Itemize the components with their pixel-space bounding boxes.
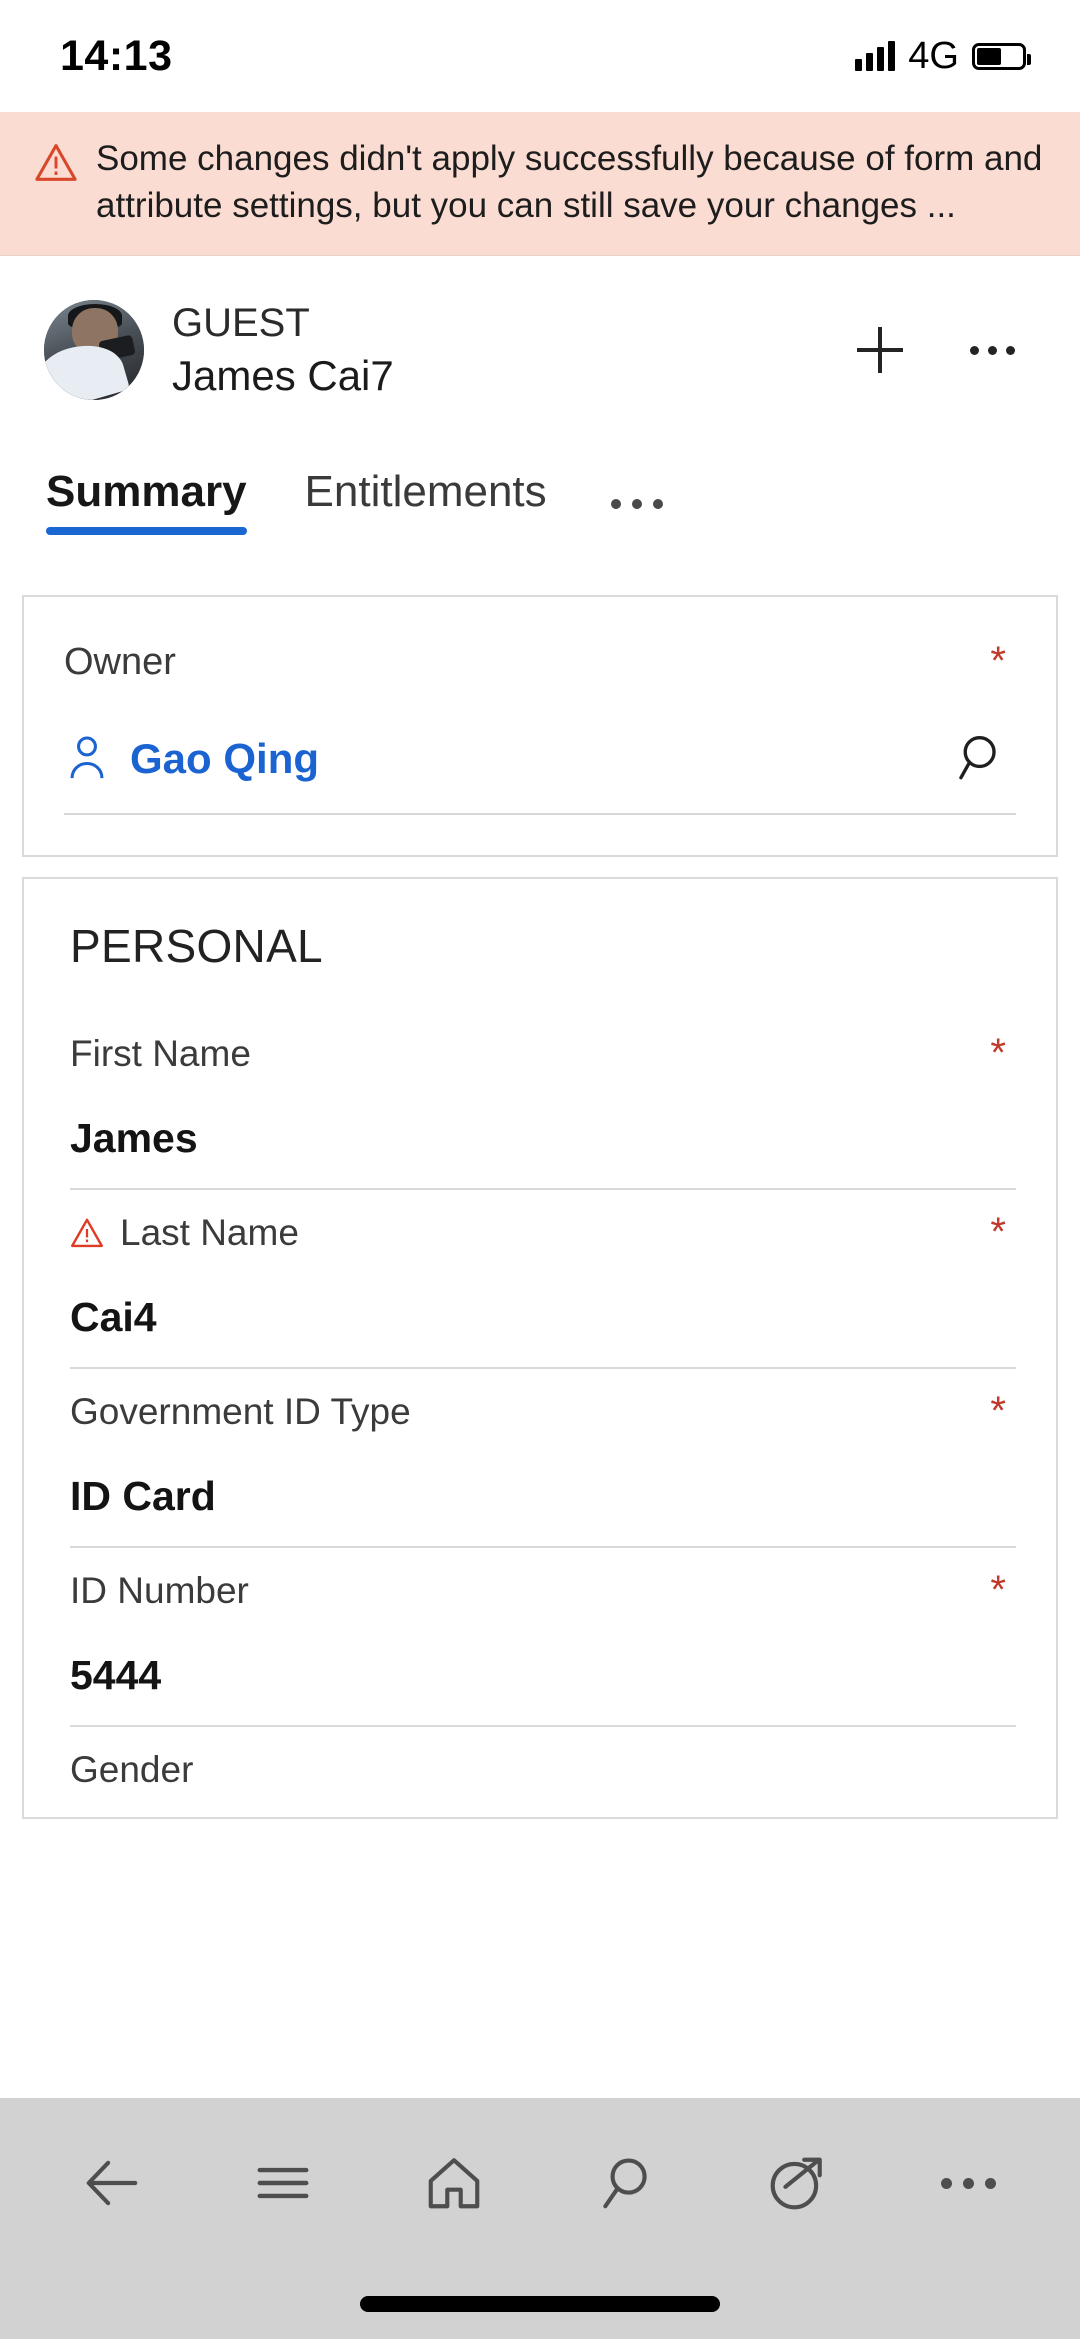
record-header: GUEST James Cai7 (0, 256, 1080, 433)
last-name-label: Last Name (120, 1211, 299, 1253)
personal-section-title: PERSONAL (70, 919, 323, 972)
arrow-left-icon (86, 2160, 137, 2206)
government-id-type-label: Government ID Type (70, 1390, 411, 1432)
last-name-label-group: Last Name (70, 1212, 299, 1254)
tab-entitlements[interactable]: Entitlements (305, 467, 547, 543)
status-indicators: 4G (855, 34, 1031, 78)
bottom-navigation-bar (0, 2098, 1080, 2339)
home-indicator (0, 2268, 1080, 2339)
person-icon (64, 733, 110, 786)
field-row-first-name[interactable]: First Name * James (24, 1011, 1056, 1190)
form-body: Owner * Gao Qing PERSONAL First Name * J… (0, 543, 1080, 2339)
last-name-value[interactable]: Cai4 (70, 1294, 1016, 1341)
warning-triangle-icon (70, 1217, 104, 1248)
id-number-value[interactable]: 5444 (70, 1652, 1016, 1699)
back-button[interactable] (57, 2128, 167, 2238)
signal-bars-icon (855, 41, 896, 71)
field-row-government-id-type[interactable]: Government ID Type * ID Card (24, 1369, 1056, 1548)
first-name-label: First Name (70, 1032, 251, 1074)
owner-lookup-field[interactable]: Gao Qing (64, 730, 1016, 815)
ellipsis-icon (969, 345, 1015, 355)
gender-label: Gender (70, 1748, 194, 1790)
owner-value[interactable]: Gao Qing (130, 735, 319, 783)
home-button[interactable] (399, 2128, 509, 2238)
field-row-gender[interactable]: Gender (24, 1727, 1056, 1817)
record-title-group: GUEST James Cai7 (172, 298, 394, 403)
tab-bar: Summary Entitlements (0, 433, 1080, 543)
error-banner-message: Some changes didn't apply successfully b… (96, 139, 1043, 225)
owner-card: Owner * Gao Qing (22, 594, 1058, 857)
avatar[interactable] (44, 300, 144, 401)
owner-required-marker: * (990, 638, 1006, 683)
search-button[interactable] (571, 2128, 681, 2238)
owner-label: Owner (64, 640, 176, 683)
plus-icon (857, 327, 903, 373)
government-id-type-required-marker: * (990, 1388, 1006, 1433)
error-banner[interactable]: Some changes didn't apply successfully b… (0, 112, 1080, 257)
tab-summary[interactable]: Summary (46, 467, 247, 543)
add-button[interactable] (838, 308, 922, 392)
status-bar: 14:13 4G (0, 0, 1080, 112)
id-number-label: ID Number (70, 1569, 249, 1611)
owner-search-button[interactable] (956, 730, 1016, 789)
header-actions (838, 308, 1034, 392)
id-number-required-marker: * (990, 1567, 1006, 1612)
search-icon (602, 2158, 647, 2209)
ellipsis-icon (940, 2177, 996, 2189)
first-name-value[interactable]: James (70, 1115, 1016, 1162)
status-time: 14:13 (60, 31, 173, 80)
more-options-button[interactable] (950, 308, 1034, 392)
tab-entitlements-label: Entitlements (304, 466, 547, 516)
tab-active-underline (46, 526, 247, 535)
page-title: James Cai7 (172, 352, 394, 400)
record-entity-type: GUEST (172, 301, 310, 346)
bottom-nav-icons (0, 2098, 1080, 2268)
more-button[interactable] (913, 2128, 1023, 2238)
hamburger-menu-icon (257, 2167, 309, 2199)
battery-icon (972, 42, 1031, 70)
assistant-button[interactable] (742, 2128, 852, 2238)
home-icon (428, 2158, 480, 2209)
network-type-label: 4G (908, 34, 959, 77)
menu-button[interactable] (228, 2128, 338, 2238)
owner-label-row: Owner * (64, 641, 1016, 684)
tab-overflow-button[interactable] (610, 498, 663, 543)
personal-card: PERSONAL First Name * James Last Name * … (22, 876, 1058, 1819)
first-name-required-marker: * (990, 1030, 1006, 1075)
circle-arrow-icon (770, 2157, 822, 2210)
tab-summary-label: Summary (46, 466, 247, 516)
government-id-type-value[interactable]: ID Card (70, 1473, 1016, 1520)
field-row-last-name[interactable]: Last Name * Cai4 (24, 1190, 1056, 1369)
search-icon (959, 735, 996, 779)
warning-triangle-icon (34, 142, 78, 187)
field-row-id-number[interactable]: ID Number * 5444 (24, 1548, 1056, 1727)
last-name-required-marker: * (990, 1209, 1006, 1254)
app-screen: 14:13 4G Some changes didn't apply succe… (0, 0, 1080, 2339)
